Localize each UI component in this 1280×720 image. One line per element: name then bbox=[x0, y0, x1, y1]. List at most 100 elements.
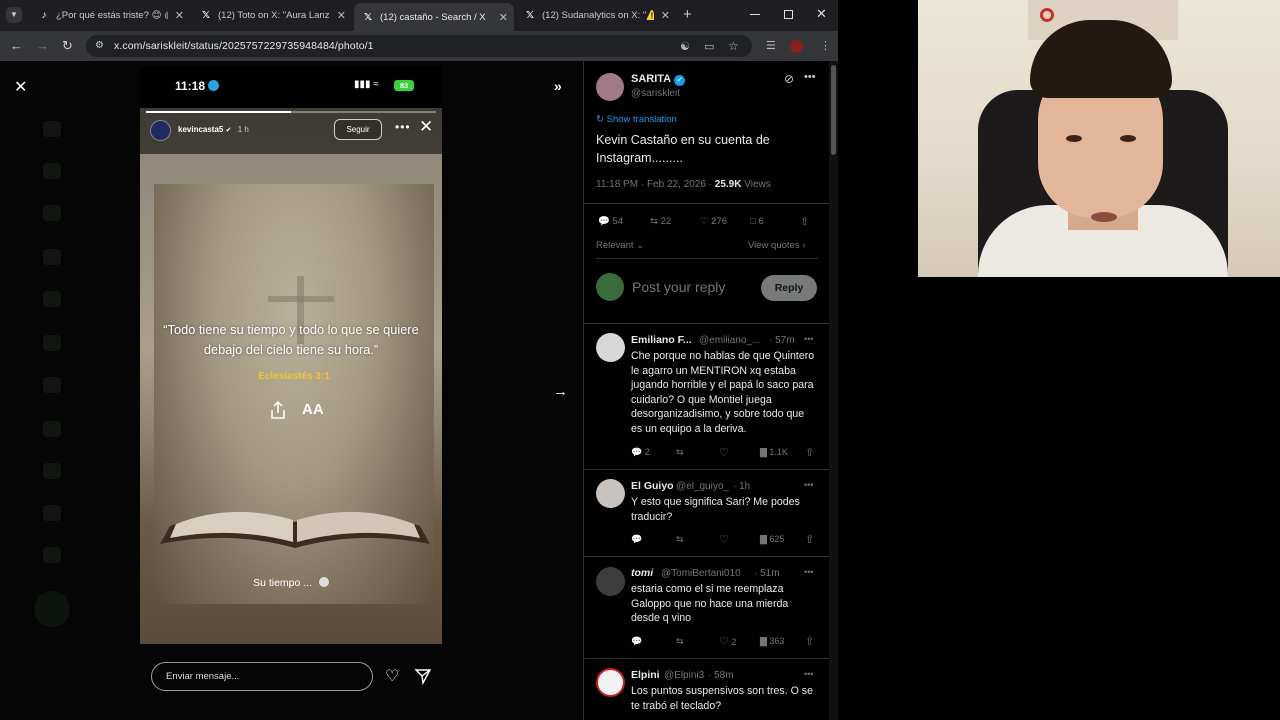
story-username[interactable]: kevincasta5 ✔ 1 h bbox=[178, 125, 249, 134]
bookmark-button[interactable]: □ 6 bbox=[750, 216, 764, 227]
reply-time[interactable]: · 57m bbox=[769, 335, 795, 346]
cast-icon[interactable]: ▭ bbox=[704, 40, 714, 53]
forward-icon[interactable]: → bbox=[36, 38, 49, 53]
like-story-icon[interactable]: ♡ bbox=[385, 666, 399, 686]
share-icon[interactable]: ⇧ bbox=[800, 215, 809, 228]
views-button[interactable]: ▇ 363 bbox=[760, 636, 784, 647]
close-tab-icon[interactable]: ✕ bbox=[499, 11, 508, 24]
media-controls-icon[interactable]: ☰ bbox=[766, 39, 776, 52]
scrollbar-thumb[interactable] bbox=[831, 65, 836, 155]
sort-dropdown[interactable]: Relevant ⌄ bbox=[596, 240, 644, 251]
like-button[interactable]: ♡ 2 bbox=[719, 635, 736, 648]
close-window-icon[interactable]: ✕ bbox=[816, 6, 827, 22]
reply-handle[interactable]: @emiliano_... bbox=[699, 335, 760, 346]
tab-toto[interactable]: 𝕏 (12) Toto on X: "Aura Lanzin ✕ bbox=[192, 4, 352, 27]
show-translation-link[interactable]: ↻ Show translation bbox=[596, 114, 677, 125]
minimize-icon[interactable] bbox=[750, 14, 760, 15]
share-icon[interactable]: ⇧ bbox=[805, 446, 814, 459]
notifications-icon bbox=[43, 205, 61, 221]
reply-button[interactable]: 💬 bbox=[631, 534, 642, 545]
new-tab-button[interactable]: + bbox=[683, 6, 692, 23]
retweet-button[interactable]: ⇆ 22 bbox=[650, 216, 671, 227]
reply-avatar[interactable] bbox=[596, 333, 625, 362]
text-size-icon[interactable]: AA bbox=[302, 401, 324, 418]
author-handle[interactable]: @sariskleit bbox=[631, 88, 680, 99]
like-button[interactable]: ♡ 276 bbox=[700, 216, 727, 227]
tab-tiktok[interactable]: ♪ ¿Por qué estás triste? 😊 @ ✕ bbox=[30, 4, 190, 27]
more-options-icon[interactable]: ••• bbox=[804, 334, 813, 344]
story-avatar[interactable] bbox=[150, 120, 171, 141]
follow-button[interactable]: Seguir bbox=[334, 119, 382, 140]
tweet-time[interactable]: 11:18 PM · Feb 22, 2026 · bbox=[596, 179, 712, 190]
send-icon[interactable] bbox=[414, 667, 432, 685]
scrollbar[interactable] bbox=[829, 61, 838, 720]
reply-author-name[interactable]: El Guiyo bbox=[631, 480, 674, 492]
reply-avatar[interactable] bbox=[596, 668, 625, 697]
reply-handle[interactable]: @el_guiyo_ bbox=[676, 481, 729, 492]
reload-icon[interactable]: ↻ bbox=[62, 38, 73, 54]
x-logo-icon: 𝕏 bbox=[201, 10, 211, 21]
browser-menu-icon[interactable]: ⋮ bbox=[820, 39, 831, 52]
back-icon[interactable]: ← bbox=[10, 38, 23, 53]
reply-avatar[interactable] bbox=[596, 567, 625, 596]
retweet-button[interactable]: ⇆ bbox=[676, 447, 684, 458]
reply-author-name[interactable]: Elpini bbox=[631, 669, 660, 681]
url-bar[interactable]: ⚙ x.com/sariskleit/status/20257572297359… bbox=[86, 35, 752, 57]
like-button[interactable]: ♡ bbox=[719, 446, 729, 459]
reply-button[interactable]: Reply bbox=[761, 275, 817, 301]
views-button[interactable]: ▇ 1.1K bbox=[760, 447, 788, 458]
more-options-icon[interactable]: ••• bbox=[395, 120, 411, 134]
close-story-icon[interactable]: ✕ bbox=[419, 117, 433, 137]
close-photo-icon[interactable]: ✕ bbox=[14, 77, 27, 97]
close-tab-icon[interactable]: ✕ bbox=[175, 9, 184, 22]
more-options-icon[interactable]: ••• bbox=[804, 669, 813, 679]
reply-handle[interactable]: @Elpini3 bbox=[664, 670, 704, 681]
reply-handle[interactable]: @TomiBertani010 bbox=[661, 568, 741, 579]
reply-time[interactable]: · 51m bbox=[754, 568, 780, 579]
reply-input[interactable]: Post your reply bbox=[632, 279, 725, 295]
view-quotes-text: View quotes bbox=[748, 240, 800, 251]
maximize-icon[interactable] bbox=[784, 10, 793, 19]
reply-count: 54 bbox=[612, 216, 624, 227]
retweet-button[interactable]: ⇆ bbox=[676, 534, 684, 545]
share-icon[interactable]: ⇧ bbox=[805, 533, 814, 546]
story-verse: Eclesiastés 3:1 bbox=[258, 371, 330, 382]
author-name[interactable]: SARITA ✔ bbox=[631, 73, 686, 86]
bookmark-star-icon[interactable]: ☆ bbox=[728, 39, 739, 53]
more-options-icon[interactable]: ••• bbox=[804, 71, 816, 83]
close-tab-icon[interactable]: ✕ bbox=[337, 9, 346, 22]
url-text: x.com/sariskleit/status/2025757229735948… bbox=[114, 40, 374, 52]
view-quotes-link[interactable]: View quotes › bbox=[748, 240, 805, 251]
reply-author-name[interactable]: tomi bbox=[631, 567, 653, 579]
more-options-icon[interactable]: ••• bbox=[804, 480, 813, 490]
current-user-avatar[interactable] bbox=[596, 273, 624, 301]
grok-icon[interactable]: ⊘ bbox=[784, 72, 794, 86]
profile-avatar[interactable] bbox=[790, 40, 803, 53]
author-avatar[interactable] bbox=[596, 73, 624, 101]
next-photo-icon[interactable]: → bbox=[553, 383, 568, 400]
reply-avatar[interactable] bbox=[596, 479, 625, 508]
translate-icon[interactable]: ☯ bbox=[680, 40, 690, 53]
more-options-icon[interactable]: ••• bbox=[804, 567, 813, 577]
tab-sudanalytics[interactable]: 𝕏 (12) Sudanalytics on X: "⚠️ ✕ bbox=[516, 4, 676, 27]
signal-wifi-icon: ▮▮▮ ≈ bbox=[354, 79, 379, 90]
reply-time[interactable]: · 58m bbox=[708, 670, 734, 681]
like-button[interactable]: ♡ bbox=[719, 533, 729, 546]
retweet-button[interactable]: ⇆ bbox=[676, 636, 684, 647]
reply-time[interactable]: · 1h bbox=[733, 481, 750, 492]
reply-text: estaria como el si me reemplaza Galoppo … bbox=[631, 583, 789, 625]
site-settings-icon[interactable]: ⚙ bbox=[95, 40, 107, 52]
story-progress-bar bbox=[146, 111, 436, 113]
tab-search-button[interactable]: ▼ bbox=[6, 7, 22, 23]
reply-button[interactable]: 💬 2 bbox=[631, 447, 650, 458]
collapse-panel-icon[interactable]: » bbox=[554, 78, 562, 94]
close-tab-icon[interactable]: ✕ bbox=[661, 9, 670, 22]
story-message-input[interactable]: Enviar mensaje... bbox=[151, 662, 373, 691]
reply-button[interactable]: 💬 54 bbox=[598, 216, 623, 227]
reply-button[interactable]: 💬 bbox=[631, 636, 642, 647]
views-button[interactable]: ▇ 625 bbox=[760, 534, 784, 545]
reply-author-name[interactable]: Emiliano F... bbox=[631, 334, 692, 346]
share-icon[interactable] bbox=[268, 400, 288, 420]
tab-castano-search[interactable]: 𝕏 (12) castaño - Search / X ✕ bbox=[354, 3, 514, 31]
share-icon[interactable]: ⇧ bbox=[805, 635, 814, 648]
